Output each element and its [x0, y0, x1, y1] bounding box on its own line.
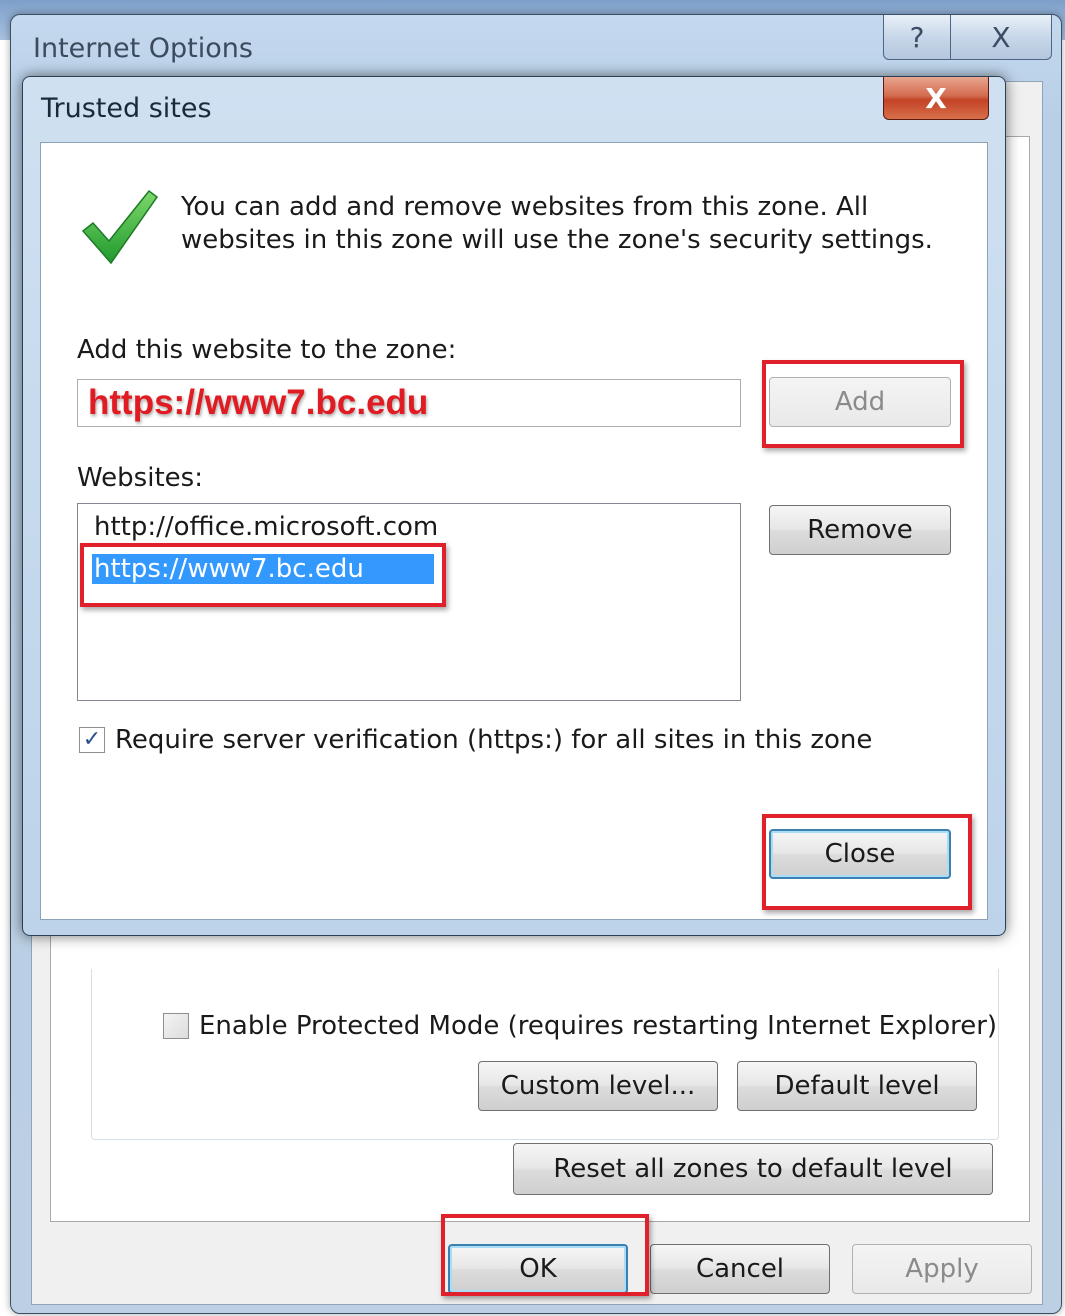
require-verification-label: Require server verification (https:) for… [115, 725, 873, 755]
close-icon: X [991, 20, 1011, 54]
window-close-button[interactable]: X [950, 15, 1052, 60]
remove-button[interactable]: Remove [769, 505, 951, 555]
protected-mode-checkbox[interactable] [163, 1013, 189, 1039]
security-level-group [91, 969, 999, 1140]
check-mark-icon: ✓ [82, 727, 102, 752]
default-level-button[interactable]: Default level [737, 1061, 977, 1111]
protected-mode-label: Enable Protected Mode (requires restarti… [199, 1011, 998, 1041]
custom-level-button[interactable]: Custom level... [478, 1061, 718, 1111]
dialog-close-button[interactable]: X [883, 77, 989, 120]
internet-options-title: Internet Options [33, 33, 253, 64]
require-verification-checkbox[interactable]: ✓ [79, 727, 105, 753]
website-item-office[interactable]: http://office.microsoft.com [94, 512, 438, 542]
trusted-sites-dialog: Trusted sites X You can add and remove w… [22, 76, 1006, 936]
trusted-sites-client: You can add and remove websites from thi… [40, 142, 988, 920]
website-url-input[interactable]: https://www7.bc.edu [77, 379, 741, 427]
highlight-ok-button [441, 1214, 649, 1296]
cancel-button[interactable]: Cancel [650, 1244, 830, 1294]
highlight-add-button [762, 360, 964, 448]
help-button[interactable]: ? [883, 15, 951, 60]
help-icon: ? [909, 20, 925, 54]
add-website-label: Add this website to the zone: [77, 335, 457, 365]
checkmark-icon [81, 189, 159, 265]
highlight-selected-site [80, 543, 446, 607]
highlight-close-button [762, 814, 972, 910]
close-icon: X [925, 81, 947, 115]
trusted-sites-title: Trusted sites [41, 93, 212, 124]
apply-button[interactable]: Apply [852, 1244, 1032, 1294]
websites-label: Websites: [77, 463, 203, 493]
zone-description: You can add and remove websites from thi… [181, 192, 933, 255]
reset-all-zones-button[interactable]: Reset all zones to default level [513, 1143, 993, 1195]
